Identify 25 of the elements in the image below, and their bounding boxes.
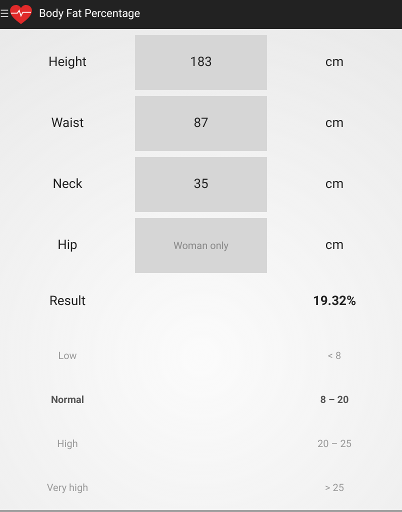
field-label: Neck [52,176,82,194]
category-label: Low [58,350,77,364]
field-label: Waist [51,114,84,133]
app-title: Body Fat Percentage [39,6,140,22]
unit-label: cm [325,54,344,72]
category-label: Normal [50,394,84,408]
category-label: High [57,438,78,452]
category-range: 20 – 25 [317,438,352,452]
result-value: 19.32% [312,293,356,312]
field-label: Height [48,54,87,72]
unit-label: cm [325,114,344,133]
category-range: > 25 [325,482,344,496]
result-label: Result [49,293,86,312]
input-field[interactable]: 183 [135,35,267,90]
input-field[interactable]: 87 [135,96,267,151]
heart-icon[interactable] [10,4,32,24]
unit-label: cm [325,176,344,194]
category-label: Very high [46,482,88,496]
category-range: < 8 [328,350,342,364]
category-range: 8 – 20 [320,394,349,408]
input-field[interactable]: 35 [135,157,267,212]
unit-label: cm [325,236,344,255]
input-field[interactable]: Woman only [135,218,267,273]
field-label: Hip [58,236,78,255]
menu-button[interactable]: ☰ [0,10,7,20]
